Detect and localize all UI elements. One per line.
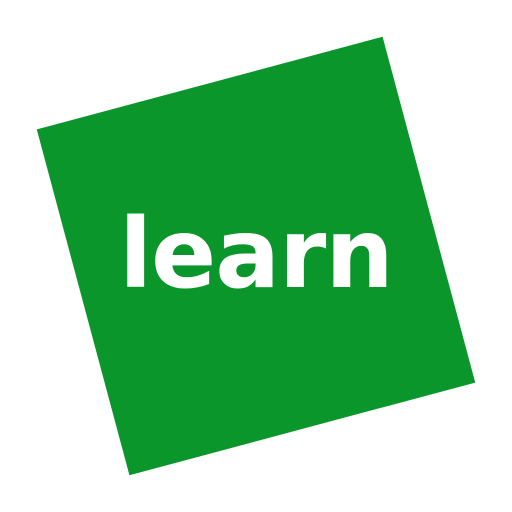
logo-canvas: learn bbox=[0, 0, 512, 512]
logo-wordmark: learn bbox=[0, 0, 512, 512]
logo-word-text: learn bbox=[119, 198, 393, 310]
